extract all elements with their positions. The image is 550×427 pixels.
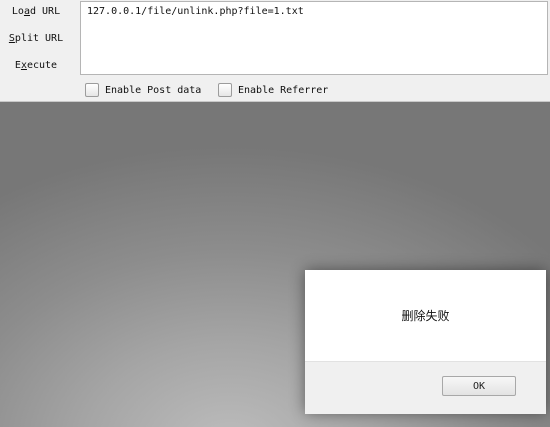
url-textarea[interactable]: 127.0.0.1/file/unlink.php?file=1.txt <box>80 1 548 75</box>
enable-referrer-label: Enable Referrer <box>238 84 329 96</box>
load-url-label-pre: Lo <box>11 6 24 17</box>
split-url-label-post: plit URL <box>14 33 64 44</box>
alert-footer: OK <box>305 361 546 414</box>
alert-dialog: 删除失败 OK <box>305 270 546 414</box>
execute-button[interactable]: Execute <box>0 60 72 71</box>
split-url-button[interactable]: Split URL <box>0 33 72 44</box>
load-url-button[interactable]: Load URL <box>0 6 72 17</box>
execute-label-post: ecute <box>26 60 58 71</box>
load-url-label-post: d URL <box>29 6 61 17</box>
hackbar-panel: Load URL Split URL Execute 127.0.0.1/fil… <box>0 0 550 102</box>
enable-referrer-option[interactable]: Enable Referrer <box>218 82 328 98</box>
alert-message: 删除失败 <box>401 309 450 323</box>
ok-button[interactable]: OK <box>442 376 516 396</box>
enable-post-data-option[interactable]: Enable Post data <box>85 82 201 98</box>
enable-post-data-label: Enable Post data <box>105 84 202 96</box>
enable-referrer-checkbox[interactable] <box>218 83 232 97</box>
enable-post-data-checkbox[interactable] <box>85 83 99 97</box>
